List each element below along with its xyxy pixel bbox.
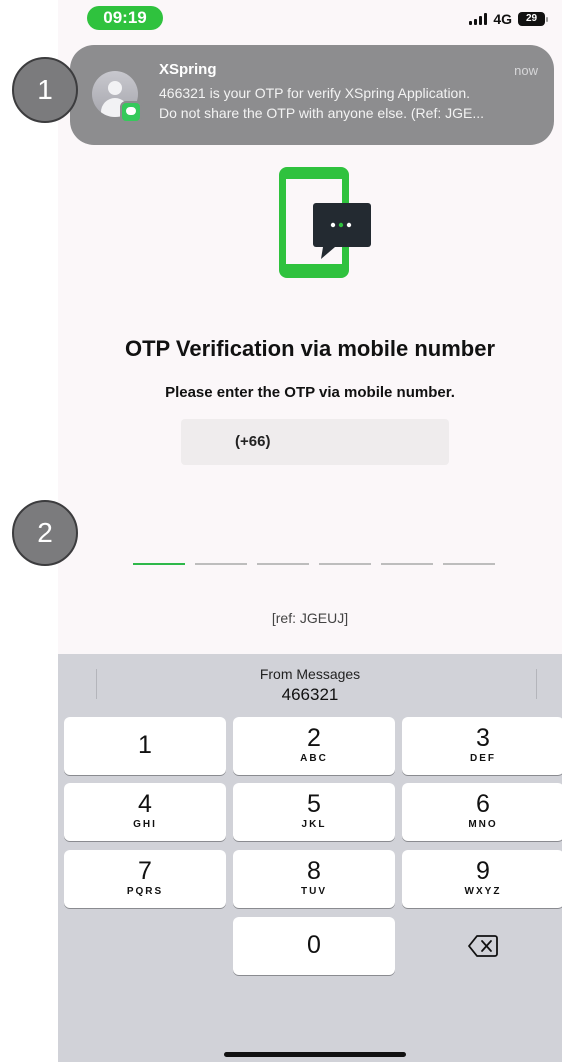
status-time: 09:19 xyxy=(87,6,163,30)
key-letters: JKL xyxy=(301,819,327,830)
otp-digit-slot[interactable] xyxy=(381,563,433,565)
key-1[interactable]: 1 xyxy=(64,717,226,775)
numeric-keyboard: From Messages 466321 1 2 ABC 3 DEF 4 GHI… xyxy=(58,654,562,1062)
otp-notification[interactable]: XSpring now 466321 is your OTP for verif… xyxy=(70,45,554,145)
key-3[interactable]: 3 DEF xyxy=(402,717,562,775)
key-7[interactable]: 7 PQRS xyxy=(64,850,226,908)
key-letters: WXYZ xyxy=(464,886,502,897)
suggestion-source: From Messages xyxy=(259,666,361,682)
suggestion-code: 466321 xyxy=(281,685,339,704)
page-title: OTP Verification via mobile number xyxy=(124,336,496,361)
key-4[interactable]: 4 GHI xyxy=(64,783,226,841)
otp-digit-slot[interactable] xyxy=(195,563,247,565)
otp-digit-slot[interactable] xyxy=(133,563,185,565)
step-marker-1: 1 xyxy=(12,57,78,123)
key-letters: ABC xyxy=(300,753,328,764)
status-indicators: 4G 29 xyxy=(469,9,548,29)
page-subtitle: Please enter the OTP via mobile number. xyxy=(165,384,455,401)
notification-sender: XSpring xyxy=(159,61,217,78)
key-2[interactable]: 2 ABC xyxy=(233,717,395,775)
key-letters: PQRS xyxy=(126,886,164,897)
battery-icon: 29 xyxy=(518,12,548,26)
key-digit: 3 xyxy=(476,724,490,752)
key-letters: DEF xyxy=(470,753,496,764)
key-letters: MNO xyxy=(468,819,498,830)
key-8[interactable]: 8 TUV xyxy=(233,850,395,908)
key-digit: 9 xyxy=(476,857,490,885)
network-type: 4G xyxy=(493,11,512,27)
notification-message: 466321 is your OTP for verify XSpring Ap… xyxy=(159,83,543,123)
key-digit: 2 xyxy=(307,724,321,752)
key-digit: 1 xyxy=(138,731,152,759)
step-marker-2: 2 xyxy=(12,500,78,566)
key-5[interactable]: 5 JKL xyxy=(233,783,395,841)
notification-line-1: 466321 is your OTP for verify XSpring Ap… xyxy=(159,85,471,101)
otp-digit-slot[interactable] xyxy=(319,563,371,565)
phone-number-field[interactable]: (+66) xyxy=(181,419,449,465)
key-6[interactable]: 6 MNO xyxy=(402,783,562,841)
battery-level: 29 xyxy=(518,12,545,26)
otp-digit-slot[interactable] xyxy=(257,563,309,565)
messages-app-icon xyxy=(120,101,142,123)
backspace-icon xyxy=(468,935,498,957)
key-digit: 4 xyxy=(138,790,152,818)
country-code: (+66) xyxy=(235,433,271,450)
key-digit: 5 xyxy=(307,790,321,818)
key-digit: 7 xyxy=(138,857,152,885)
backspace-key[interactable] xyxy=(402,917,562,975)
key-digit: 8 xyxy=(307,857,321,885)
otp-digit-slot[interactable] xyxy=(443,563,495,565)
otp-reference: [ref: JGEUJ] xyxy=(271,610,349,626)
key-9[interactable]: 9 WXYZ xyxy=(402,850,562,908)
otp-input[interactable] xyxy=(133,563,495,565)
notification-line-2: Do not share the OTP with anyone else. (… xyxy=(159,105,485,121)
key-letters: TUV xyxy=(301,886,327,897)
otp-autofill-suggestion[interactable]: From Messages 466321 xyxy=(58,654,562,714)
phone-screen: 09:19 4G 29 XSpring now 466321 is your O… xyxy=(58,0,562,1062)
phone-message-icon xyxy=(279,167,371,278)
key-letters: GHI xyxy=(133,819,157,830)
key-0[interactable]: 0 xyxy=(233,917,395,975)
signal-icon xyxy=(469,13,488,25)
home-indicator[interactable] xyxy=(224,1052,406,1057)
key-digit: 0 xyxy=(307,931,321,959)
key-digit: 6 xyxy=(476,790,490,818)
notification-time: now xyxy=(514,63,538,78)
